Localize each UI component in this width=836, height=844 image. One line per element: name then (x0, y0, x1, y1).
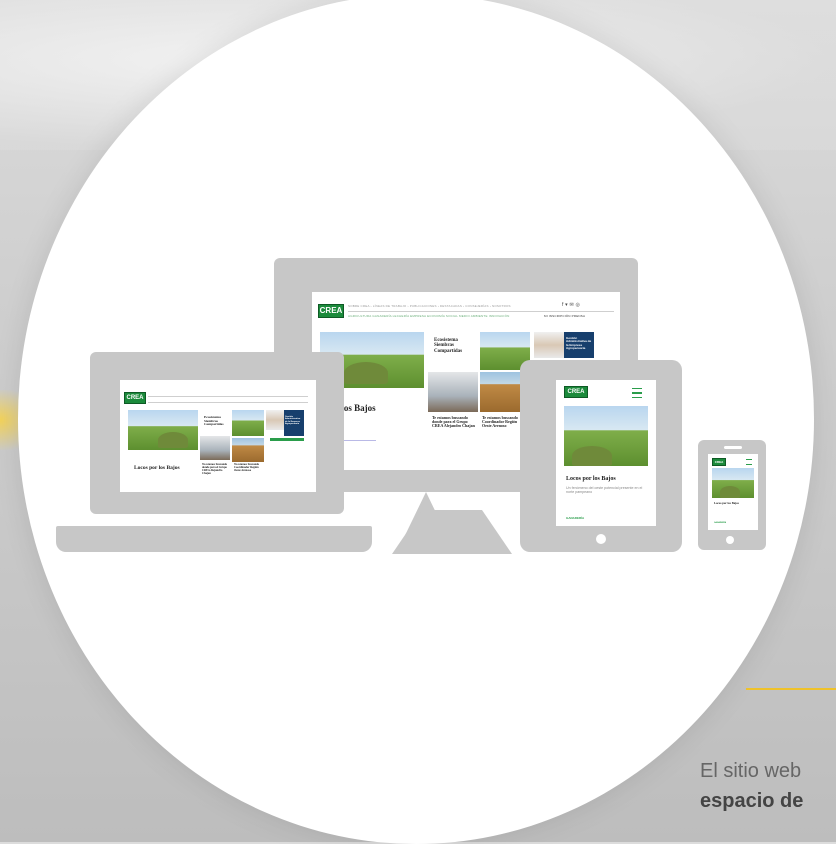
laptop-person-image[interactable] (266, 410, 284, 430)
hay-pile (720, 486, 740, 498)
phone-hero-image[interactable] (712, 468, 754, 498)
phone-speaker (724, 446, 742, 449)
crea-logo: CREA (318, 304, 344, 318)
tablet-hero-title[interactable]: Locos por los Bajos (566, 476, 616, 482)
caption-line-2: espacio de (700, 790, 804, 812)
laptop-blue-card[interactable]: Gestión Administrativa de la Empresa Agr… (284, 410, 304, 436)
caption-line-1: El sitio web (700, 760, 802, 782)
desktop-card1-title[interactable]: Ecosistema Siembras Compartidas (434, 338, 474, 354)
crea-logo: CREA (564, 386, 588, 398)
desktop-card2-image[interactable] (428, 372, 478, 412)
phone-screen: CREA Locos por los Bajos GANADERÍA (708, 454, 758, 530)
phone-home-button[interactable] (726, 536, 734, 544)
tablet-hero-image[interactable] (564, 406, 648, 466)
desktop-person-image[interactable] (534, 332, 564, 358)
tablet-hero-text: Un fenómeno del oeste potencial presente… (566, 486, 643, 495)
laptop-nav-divider-2 (148, 402, 308, 403)
hamburger-menu-icon[interactable] (746, 459, 752, 465)
tablet-home-button[interactable] (596, 534, 606, 544)
desktop-card2-title[interactable]: Te estamos buscando donde para el Grupo … (432, 415, 476, 429)
crea-logo: CREA (124, 392, 146, 404)
laptop-nav-divider (148, 396, 308, 397)
crea-logo: CREA (712, 458, 726, 466)
tablet-screen: CREA Locos por los Bajos Un fenómeno del… (556, 380, 656, 526)
laptop-harvest-image[interactable] (232, 410, 264, 436)
laptop-green-button[interactable] (270, 438, 304, 441)
laptop-screen: CREA Locos por los Bajos Ecosistema Siem… (120, 380, 316, 492)
laptop-card2-image[interactable] (200, 436, 230, 460)
desktop-nav-right[interactable]: MI INSCRIPCIÓN PRENSA (544, 314, 585, 318)
desktop-blue-card-title: Gestión Administrativa de la Empresa Agr… (566, 336, 592, 350)
tablet-tag[interactable]: GANADERÍA (566, 516, 584, 520)
desktop-nav-bottom[interactable]: AGRICULTURA GANADERÍA LECHERÍA EMPRESA E… (348, 314, 509, 318)
laptop-hero-title[interactable]: Locos por los Bajos (134, 465, 180, 472)
desktop-nav-top[interactable]: SOBRE CREA › LÍNEAS DE TRABAJO › PUBLICA… (348, 304, 511, 308)
laptop-card1-title[interactable]: Ecosistema Siembras Compartidas (204, 415, 230, 427)
laptop-hero-image[interactable] (128, 410, 198, 450)
desktop-blue-card[interactable]: Gestión Administrativa de la Empresa Agr… (564, 332, 594, 358)
laptop-blue-card-title: Gestión Administrativa de la Empresa Agr… (285, 416, 301, 426)
desktop-social-icons[interactable]: f ▾ ✉ ◎ (562, 302, 580, 308)
phone-hero-title[interactable]: Locos por los Bajos (714, 501, 739, 505)
laptop-card2-title[interactable]: Te estamos buscando donde para el Grupo … (202, 463, 230, 476)
laptop-card3-title[interactable]: Te estamos buscando Coordinador Región O… (234, 463, 264, 473)
hay-pile (572, 446, 612, 466)
laptop-card3-image[interactable] (232, 438, 264, 462)
desktop-card3-title[interactable]: Te estamos buscando Coordinador Región O… (482, 415, 522, 429)
hamburger-menu-icon[interactable] (632, 388, 642, 398)
phone-tag[interactable]: GANADERÍA (714, 522, 726, 524)
desktop-nav-divider (348, 311, 614, 312)
hay-pile (158, 432, 188, 448)
laptop-base (56, 526, 372, 552)
accent-line (746, 688, 836, 690)
hay-pile (344, 362, 388, 384)
